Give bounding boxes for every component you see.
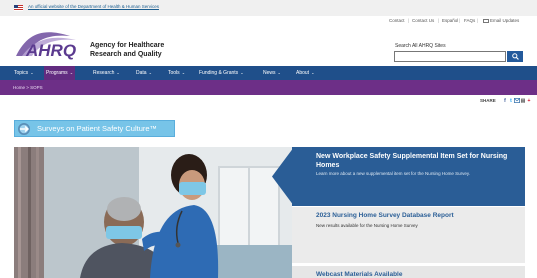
report-title[interactable]: 2023 Nursing Home Survey Database Report — [316, 212, 454, 219]
main-nav: Topics ⌄ Programs ⌄ Research ⌄ Data ⌄ Tools ⌄… — [0, 66, 537, 80]
nav-funding-grants[interactable]: Funding & Grants ⌄ — [197, 66, 246, 80]
sops-logo-icon — [18, 123, 30, 135]
hero-photo — [14, 147, 292, 278]
nav-label: Funding & Grants — [199, 70, 239, 76]
nav-label: About — [296, 70, 310, 76]
chevron-down-icon: ⌄ — [311, 70, 315, 75]
share-label: SHARE — [480, 98, 496, 103]
agency-name: Agency for Healthcare Research and Quali… — [90, 41, 164, 59]
logo-text: AHRQ — [25, 41, 76, 60]
nav-label: Tools — [168, 70, 180, 76]
gov-banner: An official website of the Department of… — [0, 0, 537, 16]
gov-banner-text[interactable]: An official website of the Department of… — [28, 4, 159, 9]
nav-data[interactable]: Data ⌄ — [134, 66, 154, 80]
divider: | — [477, 18, 479, 23]
nav-about[interactable]: About ⌄ — [294, 66, 316, 80]
feature-title[interactable]: New Workplace Safety Supplemental Item S… — [316, 152, 521, 170]
nav-news[interactable]: News ⌄ — [261, 66, 283, 80]
envelope-icon — [483, 18, 489, 23]
chevron-down-icon: ⌄ — [181, 70, 186, 75]
chevron-down-icon: ⌄ — [116, 70, 120, 75]
divider: | — [408, 18, 410, 23]
hero-image — [14, 147, 292, 278]
breadcrumb-bar: Home > SOPS — [0, 80, 537, 95]
chevron-down-icon: ⌄ — [69, 70, 74, 75]
panel-arrow-shape — [272, 147, 294, 206]
contact-link[interactable]: Contact — [389, 18, 405, 23]
nav-label: News — [263, 70, 276, 76]
nav-tools[interactable]: Tools ⌄ — [166, 66, 187, 80]
nav-label: Topics — [14, 70, 29, 76]
search-button[interactable] — [507, 51, 523, 62]
divider: | — [438, 18, 440, 23]
search-icon — [511, 53, 519, 60]
email-updates-label: Email Updates — [490, 18, 520, 23]
agency-line-1: Agency for Healthcare — [90, 42, 165, 49]
nav-topics[interactable]: Topics ⌄ — [12, 66, 36, 80]
search-input[interactable] — [394, 51, 506, 62]
espanol-link[interactable]: Español — [442, 18, 458, 23]
email-updates-link[interactable]: Email Updates — [483, 18, 519, 23]
divider: | — [459, 18, 461, 23]
ahrq-logo[interactable]: AHRQ — [14, 30, 86, 60]
feature-description: Learn more about a new supplemental item… — [316, 171, 470, 176]
nav-label: Research — [93, 70, 115, 76]
chevron-down-icon: ⌄ — [148, 70, 152, 75]
page-title: Surveys on Patient Safety Culture™ — [37, 124, 158, 133]
webcast-title[interactable]: Webcast Materials Available — [316, 271, 402, 278]
chevron-down-icon: ⌄ — [30, 70, 34, 75]
plus-icon[interactable]: + — [526, 98, 532, 104]
faqs-link[interactable]: FAQs — [464, 18, 475, 23]
us-flag-icon — [14, 5, 23, 11]
report-description: New results available for the Nursing Ho… — [316, 223, 418, 228]
search-label: Search All AHRQ Sites — [395, 43, 446, 49]
nav-label: Data — [136, 70, 147, 76]
breadcrumb[interactable]: Home > SOPS — [13, 85, 43, 90]
chevron-down-icon: ⌄ — [277, 70, 281, 75]
chevron-down-icon: ⌄ — [240, 70, 244, 75]
nav-programs[interactable]: Programs ⌄ — [44, 66, 76, 80]
nav-research[interactable]: Research ⌄ — [91, 66, 122, 80]
page-title-badge: Surveys on Patient Safety Culture™ — [14, 120, 175, 137]
agency-line-2: Research and Quality — [90, 51, 162, 58]
contact-us-link[interactable]: Contact Us — [412, 18, 434, 23]
gov-banner-link[interactable]: An official website of the Department of… — [28, 4, 159, 9]
nav-label: Programs — [46, 70, 68, 76]
